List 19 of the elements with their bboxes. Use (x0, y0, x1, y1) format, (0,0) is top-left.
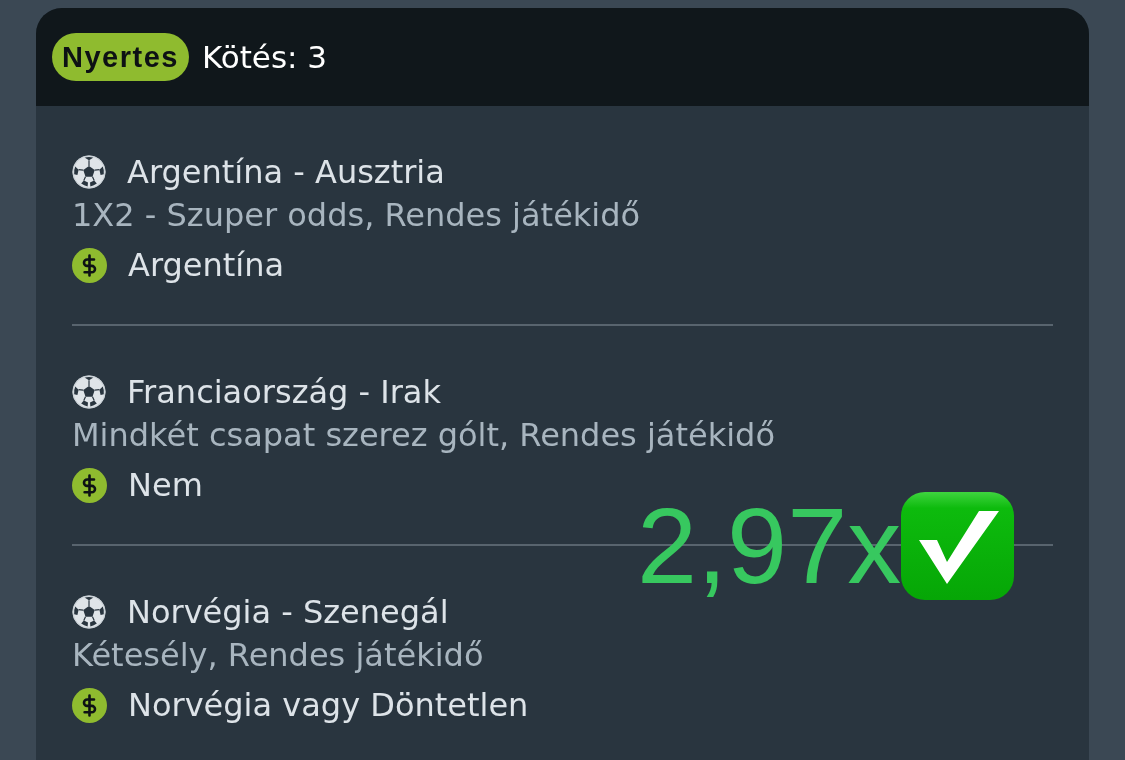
dollar-icon (72, 687, 107, 723)
dollar-icon (72, 467, 107, 503)
check-icon (901, 492, 1015, 600)
selection-label: Argentína (128, 245, 285, 286)
market-label: Kétesély, Rendes játékidő (72, 635, 485, 676)
odds-text: 2,97x (637, 492, 902, 600)
selection-label: Norvégia vagy Döntetlen (128, 685, 529, 726)
soccer-ball-icon (72, 375, 106, 409)
soccer-ball-icon (72, 155, 106, 189)
bet-count-title: Kötés: 3 (201, 38, 328, 77)
market-label: 1X2 - Szuper odds, Rendes játékidő (72, 195, 642, 236)
dollar-icon (72, 247, 107, 283)
match-title: Argentína - Ausztria (127, 152, 445, 193)
match-title: Franciaország - Irak (127, 372, 441, 413)
status-badge: Nyertes (52, 33, 189, 81)
selection-label: Nem (128, 465, 203, 506)
match-title: Norvégia - Szenegál (127, 592, 449, 633)
soccer-ball-icon (72, 595, 106, 629)
market-label: Mindkét csapat szerez gólt, Rendes játékidő (72, 415, 776, 456)
